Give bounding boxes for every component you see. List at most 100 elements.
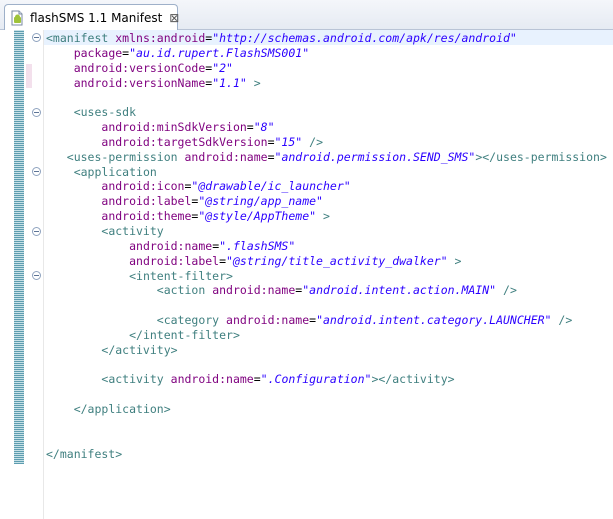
code-line[interactable]: <category android:name="android.intent.c… — [46, 313, 607, 328]
code-line[interactable]: android:label="@string/app_name" — [46, 194, 607, 209]
fold-toggle-uses-sdk-icon[interactable] — [32, 108, 41, 117]
xml-editor[interactable]: <manifest xmlns:android = "http://schemas.… — [0, 30, 613, 519]
code-line[interactable]: android:versionName="1.1" > — [46, 76, 607, 91]
code-line[interactable]: </activity> — [46, 343, 607, 358]
code-line[interactable]: <uses-sdk — [46, 105, 607, 120]
code-token-val: "android.intent.action.MAIN" — [302, 283, 497, 298]
code-token-sp — [164, 372, 171, 386]
code-token-tag: </intent-filter> — [129, 327, 240, 342]
code-area[interactable]: <manifest xmlns:android = "http://schemas.… — [46, 31, 607, 461]
code-token-attr: package — [73, 45, 123, 60]
code-token-val: "http://schemas.android.com/apk/res/andr… — [212, 31, 517, 45]
code-token-val: "2" — [212, 60, 233, 75]
code-token-sp — [316, 209, 323, 223]
code-token-tag: <activity — [101, 223, 164, 238]
diff-marker — [26, 64, 32, 88]
code-line[interactable] — [46, 358, 607, 373]
code-token-attr: android:label — [129, 253, 220, 268]
code-line[interactable]: android:versionCode="2" — [46, 61, 607, 76]
code-line[interactable] — [46, 417, 607, 432]
code-line[interactable]: </intent-filter> — [46, 328, 607, 343]
code-token-val: "8" — [253, 120, 275, 135]
editor-tab-bar: flashSMS 1.1 Manifest ⊠ — [0, 0, 613, 30]
code-token-attr: android:name — [184, 149, 268, 164]
code-token-eq: = — [219, 253, 227, 268]
code-token-tag: ></activity> — [371, 372, 455, 387]
code-token-tag: <activity — [101, 372, 164, 387]
code-line[interactable]: android:minSdkVersion="8" — [46, 120, 607, 135]
code-line[interactable] — [46, 90, 607, 105]
tab-title: flashSMS 1.1 Manifest — [30, 10, 163, 25]
code-token-sp — [219, 313, 226, 327]
code-token-tag: > — [253, 75, 261, 90]
code-line[interactable]: android:theme="@style/AppTheme" > — [46, 209, 607, 224]
code-token-sp — [496, 283, 503, 297]
code-line[interactable]: <activity — [46, 224, 607, 239]
code-line[interactable]: <application — [46, 165, 607, 180]
code-line[interactable]: <action android:name="android.intent.act… — [46, 283, 607, 298]
code-token-attr: android:name — [129, 238, 213, 253]
code-token-tag: > — [322, 209, 330, 224]
code-token-val: "@style/AppTheme" — [198, 209, 317, 224]
code-line[interactable]: android:label="@string/title_activity_dw… — [46, 254, 607, 269]
code-token-tag: <action — [156, 283, 206, 298]
code-token-val: "@string/title_activity_dwalker" — [226, 253, 448, 268]
code-token-eq: = — [246, 120, 254, 135]
code-token-val: "au.id.rupert.FlashSMS001" — [129, 45, 310, 60]
code-token-tag: </application> — [73, 402, 171, 417]
code-token-tag: <uses-permission — [66, 149, 178, 164]
tab-flashsms-manifest[interactable]: flashSMS 1.1 Manifest ⊠ — [4, 4, 179, 30]
code-token-attr: android:label — [101, 194, 192, 209]
code-token-eq: = — [267, 134, 275, 149]
code-token-val: "@drawable/ic_launcher" — [191, 179, 351, 194]
fold-toggle-intent-filter-icon[interactable] — [32, 271, 41, 280]
code-token-tag: /> — [309, 134, 323, 149]
code-token-tag: <application — [73, 164, 157, 179]
code-token-attr: android:versionName — [73, 75, 206, 90]
code-token-sp — [448, 254, 455, 268]
code-token-val: "android.permission.SEND_SMS" — [274, 149, 476, 164]
fold-toggle-activity-icon[interactable] — [32, 227, 41, 236]
code-token-sp — [178, 150, 185, 164]
change-ruler — [14, 30, 24, 464]
code-line[interactable] — [46, 387, 607, 402]
code-token-tag: > — [454, 253, 462, 268]
code-line[interactable]: android:targetSdkVersion="15" /> — [46, 135, 607, 150]
code-token-val: ".flashSMS" — [219, 238, 296, 253]
code-token-attr: xmlns:android — [115, 31, 206, 45]
code-line[interactable]: <manifest xmlns:android="http://schemas.… — [46, 31, 607, 46]
android-manifest-file-icon — [9, 10, 25, 26]
code-token-val: ".Configuration" — [260, 372, 372, 387]
code-line[interactable]: </application> — [46, 402, 607, 417]
code-token-attr: android:minSdkVersion — [101, 120, 247, 135]
code-token-tag: ></uses-permission> — [475, 149, 607, 164]
gutter-separator — [43, 30, 44, 519]
code-token-tag: <intent-filter> — [129, 268, 233, 283]
code-line[interactable]: <intent-filter> — [46, 269, 607, 284]
code-token-tag: </manifest> — [46, 446, 123, 461]
code-token-tag: /> — [503, 283, 517, 298]
code-token-eq: = — [253, 372, 261, 387]
code-token-tag: <uses-sdk — [73, 105, 137, 120]
code-token-tag: /> — [558, 313, 573, 328]
code-line[interactable]: <uses-permission android:name="android.p… — [46, 150, 607, 165]
code-token-val: "1.1" — [212, 75, 247, 90]
code-token-tag: <manifest — [46, 31, 109, 45]
fold-toggle-manifest-icon[interactable] — [32, 33, 41, 42]
code-token-attr: android:name — [170, 372, 254, 387]
code-line[interactable]: android:name=".flashSMS" — [46, 239, 607, 254]
code-line[interactable]: <activity android:name=".Configuration">… — [46, 372, 607, 387]
code-token-eq: = — [267, 149, 275, 164]
code-line[interactable] — [46, 298, 607, 313]
code-token-attr: android:theme — [101, 209, 192, 224]
fold-toggle-application-icon[interactable] — [32, 167, 41, 176]
close-icon[interactable]: ⊠ — [169, 12, 179, 24]
code-line[interactable]: </manifest> — [46, 447, 607, 462]
code-line[interactable]: package="au.id.rupert.FlashSMS001" — [46, 46, 607, 61]
code-token-val: "15" — [274, 134, 303, 149]
code-token-attr: android:name — [226, 313, 310, 328]
code-token-attr: android:versionCode — [73, 60, 206, 75]
code-line[interactable] — [46, 432, 607, 447]
code-token-attr: android:targetSdkVersion — [101, 134, 268, 149]
code-line[interactable]: android:icon="@drawable/ic_launcher" — [46, 179, 607, 194]
